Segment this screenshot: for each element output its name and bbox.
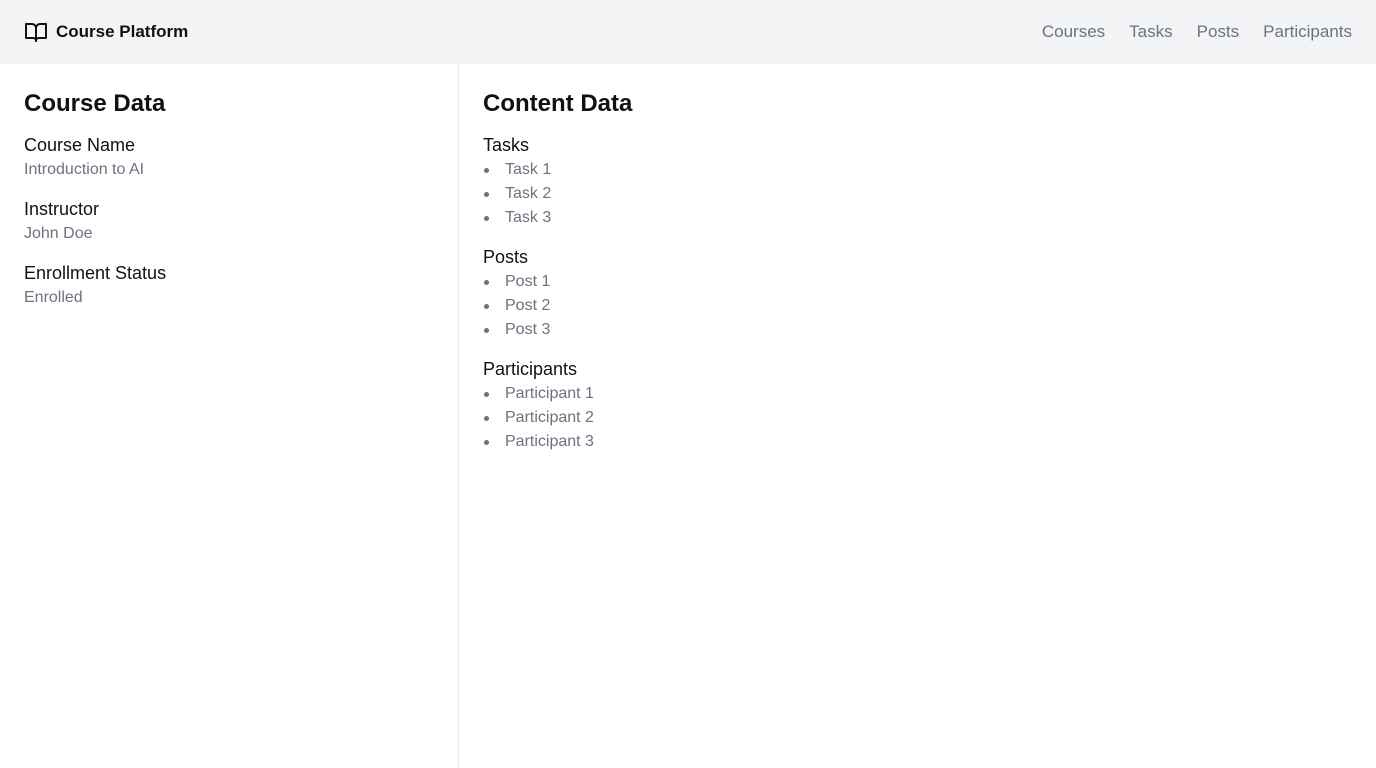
- list-item: Post 3: [483, 318, 1352, 342]
- nav-link-tasks[interactable]: Tasks: [1129, 22, 1172, 42]
- nav-link-participants[interactable]: Participants: [1263, 22, 1352, 42]
- list-item: Post 1: [483, 270, 1352, 294]
- main-nav: Courses Tasks Posts Participants: [1042, 22, 1352, 42]
- field-label: Instructor: [24, 199, 100, 219]
- list-item: Participant 3: [483, 430, 1352, 454]
- course-data-panel: Course Data Course Name Introduction to …: [0, 64, 459, 768]
- list-item: Task 3: [483, 206, 1352, 230]
- list-item: Task 2: [483, 182, 1352, 206]
- posts-list: Post 1 Post 2 Post 3: [483, 270, 1352, 342]
- brand-title: Course Platform: [56, 22, 189, 41]
- nav-link-posts[interactable]: Posts: [1197, 22, 1240, 42]
- field-value: Introduction to AI: [24, 161, 145, 178]
- course-data-title: Course Data: [24, 90, 166, 117]
- enrollment-status-field: Enrollment Status Enrolled: [24, 260, 434, 310]
- content-data-panel: Content Data Tasks Task 1 Task 2 Task 3 …: [459, 64, 1376, 768]
- field-value: John Doe: [24, 225, 93, 242]
- instructor-field: Instructor John Doe: [24, 196, 434, 246]
- main-content: Course Data Course Name Introduction to …: [0, 64, 1376, 768]
- brand-logo-link[interactable]: Course Platform: [24, 20, 188, 44]
- section-title: Participants: [483, 359, 578, 379]
- participants-section: Participants Participant 1 Participant 2…: [483, 356, 1352, 454]
- section-title: Posts: [483, 247, 529, 267]
- list-item: Participant 2: [483, 406, 1352, 430]
- field-label: Course Name: [24, 135, 136, 155]
- field-label: Enrollment Status: [24, 263, 167, 283]
- tasks-section: Tasks Task 1 Task 2 Task 3: [483, 132, 1352, 230]
- content-data-title: Content Data: [483, 90, 633, 117]
- list-item: Post 2: [483, 294, 1352, 318]
- section-title: Tasks: [483, 135, 530, 155]
- nav-link-courses[interactable]: Courses: [1042, 22, 1105, 42]
- participants-list: Participant 1 Participant 2 Participant …: [483, 382, 1352, 454]
- field-value: Enrolled: [24, 289, 83, 306]
- list-item: Participant 1: [483, 382, 1352, 406]
- list-item: Task 1: [483, 158, 1352, 182]
- book-open-icon: [24, 20, 48, 44]
- top-nav-bar: Course Platform Courses Tasks Posts Part…: [0, 0, 1376, 64]
- course-name-field: Course Name Introduction to AI: [24, 132, 434, 182]
- posts-section: Posts Post 1 Post 2 Post 3: [483, 244, 1352, 342]
- tasks-list: Task 1 Task 2 Task 3: [483, 158, 1352, 230]
